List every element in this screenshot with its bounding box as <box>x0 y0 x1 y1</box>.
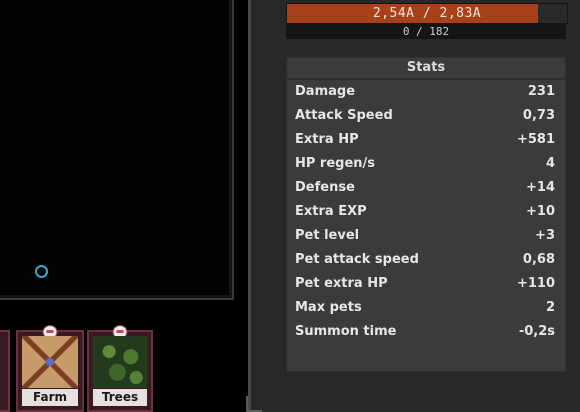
card-farm[interactable]: Farm <box>16 325 84 412</box>
card-label: Trees <box>93 389 147 406</box>
stat-label: Summon time <box>295 324 397 339</box>
stat-label: Attack Speed <box>295 108 393 123</box>
card-label: Farm <box>22 389 78 406</box>
stat-label: HP regen/s <box>295 156 376 171</box>
stat-value: 231 <box>527 84 555 99</box>
panel-corner-decoration <box>246 396 262 412</box>
stat-value: +110 <box>516 276 555 291</box>
stat-label: Max pets <box>295 300 362 315</box>
card-partial[interactable] <box>0 330 10 412</box>
card-trees[interactable]: Trees <box>87 325 153 412</box>
hp-bar: 2,54A / 2,83A <box>286 3 568 24</box>
stat-row-attack-speed: Attack Speed 0,73 <box>287 104 565 128</box>
stat-row-pet-extra-hp: Pet extra HP +110 <box>287 272 565 296</box>
stat-label: Defense <box>295 180 355 195</box>
stat-row-pet-level: Pet level +3 <box>287 224 565 248</box>
game-world-view[interactable] <box>0 0 234 300</box>
stat-row-extra-exp: Extra EXP +10 <box>287 200 565 224</box>
stat-row-extra-hp: Extra HP +581 <box>287 128 565 152</box>
hp-text: 2,54A / 2,83A <box>372 6 482 21</box>
stat-value: +14 <box>526 180 555 195</box>
stat-value: 4 <box>545 156 555 171</box>
stat-label: Extra HP <box>295 132 359 147</box>
stat-value: 0,73 <box>522 108 555 123</box>
stats-panel: Stats Damage 231 Attack Speed 0,73 Extra… <box>286 57 566 372</box>
farm-center-dot <box>46 358 54 366</box>
card-hand: Farm Trees <box>0 325 250 412</box>
stat-row-defense: Defense +14 <box>287 176 565 200</box>
stat-value: 0,68 <box>522 252 555 267</box>
stat-row-damage: Damage 231 <box>287 80 565 104</box>
stat-value: 2 <box>545 300 555 315</box>
stat-label: Pet attack speed <box>295 252 419 267</box>
stat-value: +3 <box>535 228 555 243</box>
target-ring-marker[interactable] <box>35 265 48 278</box>
stat-row-hp-regen: HP regen/s 4 <box>287 152 565 176</box>
stat-value: +581 <box>516 132 555 147</box>
trees-art-image <box>93 336 147 388</box>
stat-label: Damage <box>295 84 356 99</box>
farm-art-image <box>22 336 78 388</box>
stat-label: Extra EXP <box>295 204 367 219</box>
stat-value: +10 <box>526 204 555 219</box>
stats-title: Stats <box>287 58 565 80</box>
stat-row-summon-time: Summon time -0,2s <box>287 320 565 344</box>
stat-label: Pet level <box>295 228 360 243</box>
game-screen: Farm Trees 2,54A / 2,83A 0 / 182 Stats D… <box>0 0 580 412</box>
stat-row-max-pets: Max pets 2 <box>287 296 565 320</box>
xp-text: 0 / 182 <box>402 25 450 38</box>
stat-label: Pet extra HP <box>295 276 388 291</box>
xp-bar: 0 / 182 <box>286 24 566 39</box>
stat-row-pet-attack-speed: Pet attack speed 0,68 <box>287 248 565 272</box>
stat-value: -0,2s <box>518 324 555 339</box>
